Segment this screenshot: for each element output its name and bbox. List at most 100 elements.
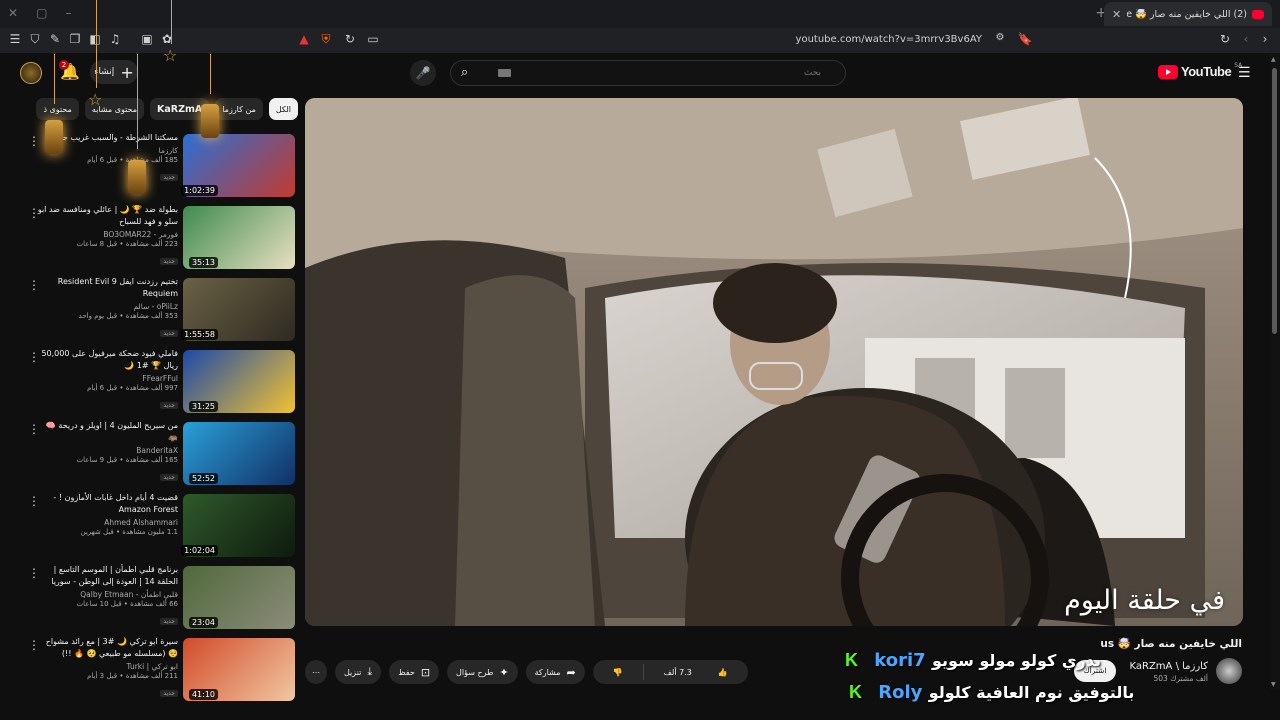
more-options-icon[interactable]: ⋮: [28, 422, 40, 436]
new-badge: جديد: [160, 402, 178, 409]
channel-name[interactable]: KaRZmA \ كارزما: [1130, 661, 1209, 672]
back-icon[interactable]: ‹: [1238, 32, 1254, 46]
recommendation-meta: 165 ألف مشاهدة • قبل 9 ساعات: [76, 456, 178, 464]
extension-icon[interactable]: ✿: [159, 32, 175, 46]
search-input[interactable]: [491, 64, 821, 82]
save-label: حفظ: [398, 667, 415, 677]
kick-icon: K: [845, 650, 858, 670]
close-tab-icon[interactable]: ✕: [1112, 8, 1121, 21]
new-badge: جديد: [160, 174, 178, 181]
more-options-icon[interactable]: ⋮: [28, 350, 40, 364]
tabs-icon[interactable]: ❐: [67, 32, 83, 46]
recommendation-channel[interactable]: قلبي اطمأن - Qalby Etmaan: [36, 590, 178, 599]
video-title: اللي خايفين منه صار 🤯 us: [1100, 638, 1242, 650]
browser-tab[interactable]: (2) اللي خايفين منه صار 🤯 YouTube ✕: [1104, 2, 1272, 26]
video-duration: 1:02:04: [181, 545, 218, 556]
recommendation-title[interactable]: قضيت 4 أيام داخل غابات الأمازون ! - Amaz…: [36, 492, 178, 516]
recommendation-title[interactable]: برنامج قلبي اطمأن | الموسم التاسع | الحل…: [36, 564, 178, 588]
recommendation-item[interactable]: 52:52 من سيربح المليون 4 | اويلز و دريحة …: [20, 420, 298, 492]
recommendation-title[interactable]: سيرة ابو تركي 🌙 #3 | مع رائد مشواح 🥺 (مس…: [36, 636, 178, 660]
dislike-button[interactable]: 👎: [593, 660, 643, 684]
shield-icon[interactable]: ⛉: [27, 32, 43, 47]
scroll-down-icon[interactable]: ▼: [1271, 681, 1276, 688]
scroll-up-icon[interactable]: ▲: [1271, 56, 1276, 63]
more-options-icon[interactable]: ⋮: [28, 134, 40, 148]
recommendation-title[interactable]: فاملي فيود ضحكة ميرفيول على 50,000 ريال …: [36, 348, 178, 372]
recommendation-meta: 353 ألف مشاهدة • قبل يوم واحد: [78, 312, 178, 320]
ask-button[interactable]: ✦ طرح سؤال: [447, 660, 518, 684]
voice-search-button[interactable]: 🎤: [410, 60, 436, 86]
chat-message: K Roly بالتوفيق نوم العافية كلولو: [849, 682, 1134, 703]
new-badge: جديد: [160, 330, 178, 337]
recommendation-item[interactable]: 23:04 برنامج قلبي اطمأن | الموسم التاسع |…: [20, 564, 298, 636]
save-button[interactable]: ⊡ حفظ: [389, 660, 440, 684]
video-player[interactable]: في حلقة اليوم: [305, 98, 1243, 626]
star-decoration-icon: ☆: [163, 46, 178, 65]
recommendation-item[interactable]: 1:55:58 تختيم رزدنت ايفل Resident Evil 9 …: [20, 276, 298, 348]
youtube-favicon-icon: [1252, 9, 1264, 19]
scrollbar-thumb[interactable]: [1272, 68, 1277, 334]
chip[interactable]: الكل: [268, 98, 298, 120]
minimize-window-icon[interactable]: –: [65, 6, 71, 20]
window-icon[interactable]: ▣: [139, 32, 155, 46]
lantern-decoration: [45, 120, 63, 154]
recommendation-channel[interactable]: oPiiLz - سالم: [36, 302, 178, 311]
search-icon[interactable]: ⌕: [461, 65, 468, 80]
recommendation-channel[interactable]: فورمر - BO3OMAR22: [36, 230, 178, 239]
more-icon: ⋯: [312, 667, 320, 677]
sidebar-icon[interactable]: ◧: [87, 32, 103, 46]
address-bar[interactable]: youtube.com/watch?v=3mrrv3Bv6AY ⚙: [290, 31, 1042, 51]
share-icon: ➦: [566, 665, 576, 679]
search-bar[interactable]: ⌕: [450, 60, 846, 86]
video-duration: 52:52: [188, 473, 218, 484]
recommendation-item[interactable]: 31:25 فاملي فيود ضحكة ميرفيول على 50,000 …: [20, 348, 298, 420]
new-badge: جديد: [160, 690, 178, 697]
recommendation-info: برنامج قلبي اطمأن | الموسم التاسع | الحل…: [36, 564, 178, 627]
refresh-icon[interactable]: ↻: [1217, 32, 1233, 46]
recommendation-channel[interactable]: FFearFFul: [36, 374, 178, 383]
maximize-window-icon[interactable]: ▢: [36, 6, 47, 20]
account-avatar[interactable]: [20, 62, 42, 84]
recommendation-item[interactable]: 41:10 سيرة ابو تركي 🌙 #3 | مع رائد مشواح …: [20, 636, 298, 708]
menu-icon[interactable]: ☰: [7, 32, 23, 46]
more-options-icon[interactable]: ⋮: [28, 566, 40, 580]
more-options-icon[interactable]: ⋮: [28, 494, 40, 508]
chip[interactable]: محتوى ذ: [36, 98, 79, 120]
chip[interactable]: من كارزما: [215, 98, 263, 120]
video-duration: 23:04: [188, 617, 218, 628]
browser-tab-bar: ✕ ▢ – + (2) اللي خايفين منه صار 🤯 YouTub…: [0, 0, 1280, 28]
site-settings-icon[interactable]: ⚙: [992, 32, 1008, 43]
guide-menu-icon[interactable]: ☰: [1238, 65, 1251, 81]
create-button[interactable]: + إنشاء: [90, 60, 138, 84]
share-button[interactable]: ➦ مشاركة: [525, 660, 585, 684]
recommendation-item[interactable]: 35:13 بطولة ضد 🏆 🌙 | عائلي ومنافسة ضد ابو…: [20, 204, 298, 276]
more-options-icon[interactable]: ⋮: [28, 278, 40, 292]
recommendation-title[interactable]: من سيربح المليون 4 | اويلز و دريحة 🧠 🦛: [36, 420, 178, 444]
recommendation-channel[interactable]: BanderitaX: [36, 446, 178, 455]
chat-message: K kori7 بدري كولو مولو سويو: [845, 650, 1101, 671]
recommendation-item[interactable]: 1:02:04 قضيت 4 أيام داخل غابات الأمازون !…: [20, 492, 298, 564]
page-scrollbar[interactable]: ▲ ▼: [1270, 54, 1280, 690]
mic-icon: 🎤: [415, 66, 431, 80]
music-icon[interactable]: ♫: [107, 32, 123, 46]
recommendation-channel[interactable]: ابو تركي | Turki: [36, 662, 179, 671]
video-actions: ⋯ ⤓ تنزيل ⊡ حفظ ✦ طرح سؤال ➦ مشاركة 👍 7.3 ألف…: [305, 660, 748, 684]
pen-icon[interactable]: ✎: [47, 32, 63, 46]
more-options-icon[interactable]: ⋮: [28, 206, 40, 220]
channel-avatar[interactable]: [1216, 658, 1242, 684]
video-duration: 41:10: [188, 689, 218, 700]
more-options-icon[interactable]: ⋮: [28, 638, 40, 652]
url-text: youtube.com/watch?v=3mrrv3Bv6AY: [795, 34, 982, 45]
more-actions-button[interactable]: ⋯: [305, 660, 327, 684]
download-button[interactable]: ⤓ تنزيل: [335, 660, 382, 684]
recommendation-title[interactable]: بطولة ضد 🏆 🌙 | عائلي ومنافسة ضد ابو سلو …: [36, 204, 178, 228]
close-window-icon[interactable]: ✕: [8, 6, 18, 20]
bookmark-icon[interactable]: 🔖: [1017, 32, 1033, 46]
video-frame: [305, 98, 1243, 626]
recommendation-title[interactable]: تختيم رزدنت ايفل Resident Evil 9 Requiem: [36, 276, 178, 300]
like-button[interactable]: 👍 7.3 ألف: [644, 660, 748, 684]
video-duration: 1:55:58: [181, 329, 218, 340]
forward-icon[interactable]: ›: [1257, 32, 1273, 46]
youtube-logo[interactable]: YouTube SA: [1158, 62, 1242, 79]
recommendation-channel[interactable]: Ahmed Alshammari: [36, 518, 178, 527]
